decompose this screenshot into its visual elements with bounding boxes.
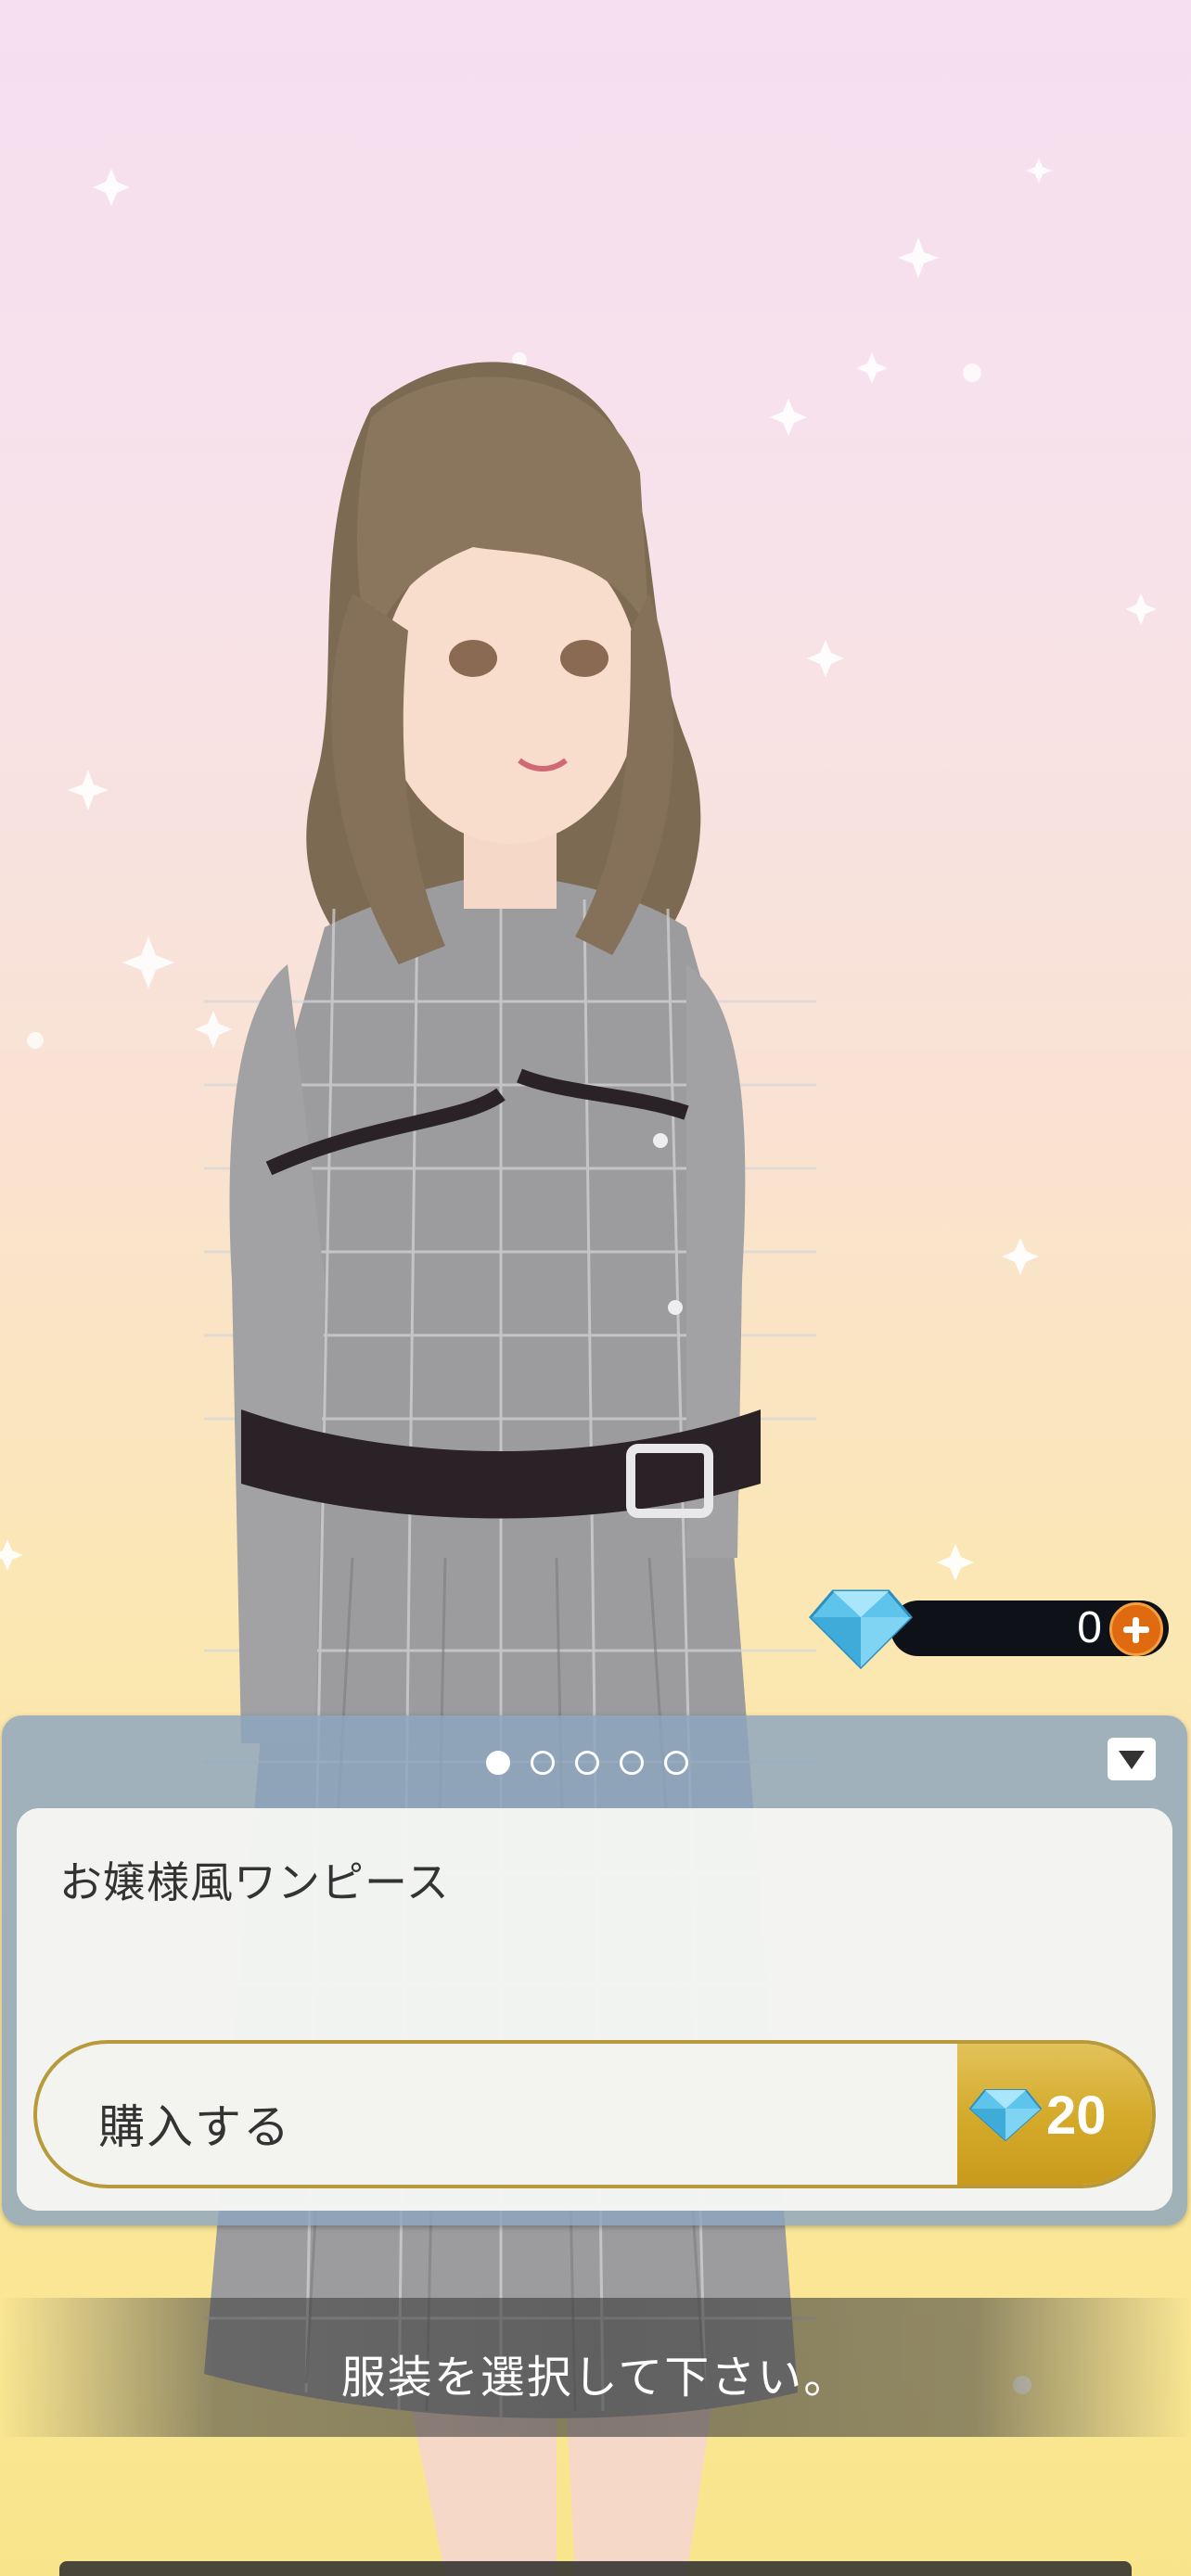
purchase-panel: お嬢様風ワンピース 購入する 20 (2, 1715, 1187, 2225)
diamond-gem-icon (808, 1589, 914, 1670)
character-illustration (204, 362, 816, 2576)
plus-circle-icon[interactable] (1109, 1602, 1163, 1656)
bottom-edge-bar (59, 2561, 1132, 2576)
item-name: お嬢様風ワンピース (59, 1857, 450, 1907)
page-dot-4[interactable] (620, 1751, 644, 1775)
page-dot-2[interactable] (531, 1751, 555, 1775)
page-indicator (486, 1751, 688, 1775)
instruction-text: 服装を選択して下さい。 (340, 2352, 851, 2404)
diamond-gem-icon (968, 2089, 1043, 2142)
instruction-bar: 服装を選択して下さい。 (0, 2298, 1191, 2437)
buy-button-label: 購入する (98, 2100, 291, 2154)
page-dot-5[interactable] (664, 1751, 688, 1775)
buy-button[interactable]: 購入する 20 (33, 2040, 1156, 2188)
price-value: 20 (1046, 2085, 1107, 2146)
gem-balance-count: 0 (1077, 1603, 1102, 1652)
price-tag: 20 (957, 2044, 1152, 2185)
page-dot-3[interactable] (575, 1751, 599, 1775)
triangle-down-icon[interactable] (1108, 1738, 1156, 1780)
gem-balance: 0 (807, 1582, 1169, 1670)
page-dot-1[interactable] (486, 1751, 510, 1775)
item-detail-card: お嬢様風ワンピース 購入する 20 (17, 1808, 1172, 2211)
